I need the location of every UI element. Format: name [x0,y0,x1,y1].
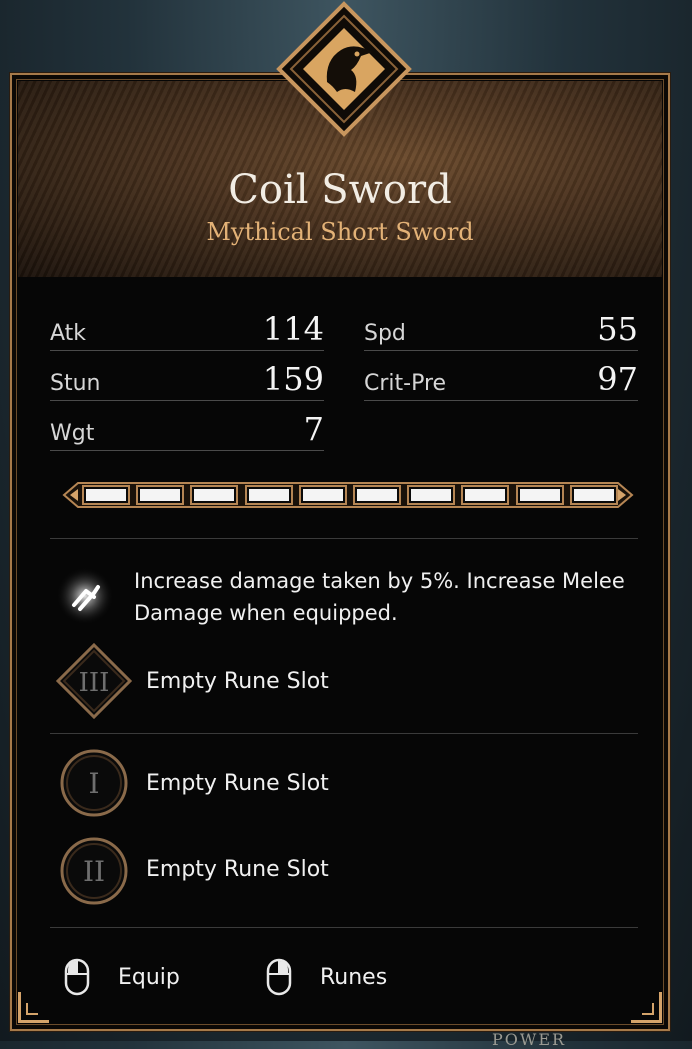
upgrade-level-cell [407,485,456,505]
stat-spd: Spd 55 [364,311,638,351]
upgrade-level-cell [461,485,510,505]
upgrade-level-cell [298,485,347,505]
equip-action[interactable]: Equip [64,955,180,999]
upgrade-level-cell [515,485,564,505]
runes-label: Runes [320,964,388,990]
action-bar: Equip Runes [50,955,650,1005]
upgrade-level-cell [353,485,401,505]
item-name: Coil Sword [228,167,452,213]
stat-atk: Atk 114 [50,311,324,351]
rune-slot-i[interactable]: I Empty Rune Slot [50,745,650,825]
rune-slot-label: Empty Rune Slot [146,771,329,796]
raven-emblem-icon [276,1,412,137]
upgrade-level-bar [60,477,636,513]
perk-row: Increase damage taken by 5%. Increase Me… [50,559,650,639]
upgrade-level-cell [190,485,239,505]
mouse-left-click-icon [64,958,90,996]
item-tooltip-card: Coil Sword Mythical Short Sword Atk 114 … [10,73,670,1031]
section-divider [50,733,638,734]
diamond-rune-slot-icon: III [56,643,132,719]
section-divider [50,538,638,539]
upgrade-level-cell [136,485,185,505]
rune-numeral: I [88,767,99,800]
equip-label: Equip [118,964,180,990]
background-power-label: POWER [492,1030,567,1049]
circle-rune-slot-icon: I [60,749,128,817]
perk-description: Increase damage taken by 5%. Increase Me… [134,569,625,625]
section-divider [50,927,638,928]
runes-action[interactable]: Runes [266,955,387,999]
item-type: Mythical Short Sword [206,218,474,246]
mouse-right-click-icon [266,958,292,996]
stat-stun: Stun 159 [50,361,324,401]
rune-glyph-icon [56,567,114,625]
upgrade-level-cell [569,485,618,505]
stat-crit: Crit-Pre 97 [364,361,638,401]
upgrade-level-cell [244,485,293,505]
rune-slot-ii[interactable]: II Empty Rune Slot [50,831,650,911]
stat-wgt: Wgt 7 [50,411,324,451]
rune-numeral: II [83,855,105,888]
rune-slot-label: Empty Rune Slot [146,857,329,882]
rune-slot-label: Empty Rune Slot [146,669,329,694]
upgrade-level-cell [82,485,130,505]
rune-slot-iii[interactable]: III Empty Rune Slot [50,641,650,721]
rune-numeral: III [79,668,110,698]
frame-corner [18,992,49,1023]
circle-rune-slot-icon: II [60,837,128,905]
